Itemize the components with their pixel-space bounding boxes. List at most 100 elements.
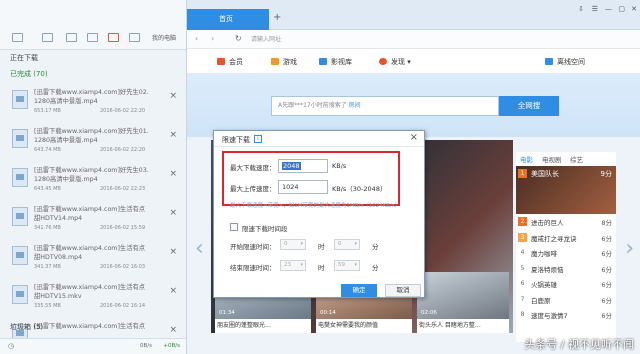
maximize-icon[interactable]: ▢ [618,5,625,13]
end-minute-select[interactable]: 59 [334,260,360,271]
back-icon[interactable]: ‹ [195,34,198,43]
dialog-close-icon[interactable]: × [410,132,418,143]
menu-icon[interactable]: ☰ [592,5,598,13]
download-item[interactable]: [迅雷下载www.xiamp4.com]好先生03. 1280高清中景版.mp4… [0,162,186,200]
video-file-icon [12,285,28,304]
menu-movies-label: 影视库 [331,58,352,66]
search-input[interactable]: A先跟***17小时前搜索了 房间 [271,96,499,116]
remove-item-icon[interactable]: × [169,169,177,179]
dialog-title: 限速下载 [222,136,250,144]
download-item-date: 2016-06-02 22:20 [100,147,146,153]
discover-icon [379,58,387,65]
max-upload-input[interactable]: 1024 [278,180,328,194]
tab-tv[interactable]: 电视剧 [542,154,562,164]
remove-item-icon[interactable]: × [169,247,177,257]
remove-item-icon[interactable]: × [169,130,177,140]
timed-limit-label[interactable]: 限速下载时间段 [242,223,288,233]
ranking-top-item[interactable]: 1 美国队长 9分 [516,166,616,214]
video-caption[interactable]: 朋友圈的蓬整眼光… [215,319,311,333]
ok-button[interactable]: 确定 [341,284,377,297]
download-item[interactable]: [迅雷下载www.xiamp4.com]好先生01. 1280高清中景版.mp4… [0,123,186,161]
timed-limit-checkbox[interactable] [230,223,238,231]
tab-home[interactable]: 首页 [187,9,269,30]
delete-icon[interactable] [87,33,98,42]
rank-number: 7 [520,295,525,303]
info-icon[interactable]: i [254,135,262,143]
my-computer-link[interactable]: 我的电脑 [152,33,176,42]
start-minute-select[interactable]: 0 [334,239,360,250]
ranking-item[interactable]: 8 速度与激情7 6分 [516,307,616,323]
download-item[interactable]: [迅雷下载www.xiamp4.com]生活有点 甜HDTV08.mp4 341.… [0,240,186,278]
tab-movies[interactable]: 电影 [520,154,533,164]
search-hint-link[interactable]: 房间 [349,102,361,109]
download-item[interactable]: [迅雷下载www.xiamp4.com]生活有点 甜HDTV15.mkv 335.… [0,279,186,317]
ranking-panel: 电影 电视剧 综艺 1 美国队长 9分 2 进击的巨人 8分 3 魔戒打之寻龙诀 6分 4 魔… [516,152,616,342]
pause-icon[interactable] [66,33,77,42]
trash-bin[interactable]: 垃圾箱 (5) [10,322,43,332]
video-thumb-image: 02:06 [417,272,509,319]
download-item-date: 2016-06-02 22:23 [100,186,146,192]
menu-vip[interactable]: 会员 [217,57,243,67]
rank-number: 4 [520,249,525,256]
gamepad-icon [271,58,279,65]
menu-movies[interactable]: 影视库 [319,57,352,67]
video-caption[interactable]: 电樊女神需要我的颜值 [316,319,412,333]
rank-number: 5 [520,264,525,272]
clock-icon[interactable]: ◷ [8,342,14,350]
tab-variety[interactable]: 综艺 [570,154,583,164]
rank-title: 魔戒打之寻龙诀 [531,234,577,243]
download-item-date: 2016-06-02 16:14 [100,303,146,309]
remove-item-icon[interactable]: × [169,91,177,101]
address-input[interactable]: 请输入网址 [251,33,451,46]
forward-icon[interactable]: › [211,34,214,43]
rank-title: 魔力咖啡 [531,250,557,258]
minute-unit: 分 [372,264,379,272]
app-window: 我的电脑 正在下载 已完成 (70) [迅雷下载www.xiamp4.com]好… [0,0,640,354]
start-hour-select[interactable]: 0 [280,239,306,250]
close-icon[interactable]: ✕ [631,5,637,13]
vip-icon[interactable] [108,33,119,42]
more-icon[interactable] [129,33,140,42]
watermark: 头条号 / 视不见听不闻 [524,338,634,351]
ranking-item[interactable]: 6 火锅英雄 6分 [516,276,616,292]
menu-discover[interactable]: 发现 ▾ [379,57,411,67]
download-panel: 我的电脑 正在下载 已完成 (70) [迅雷下载www.xiamp4.com]好… [0,0,187,354]
menu-offline[interactable]: 离线空间 [545,57,585,67]
carousel-next-icon[interactable]: › [625,236,634,261]
menu-games[interactable]: 游戏 [271,57,297,67]
remove-item-icon[interactable]: × [169,286,177,296]
video-thumb[interactable]: 02:06 街头乐人 目睹地方整… [417,272,509,333]
download-item[interactable]: [迅雷下载www.xiamp4.com]生活有点 甜HDTV14.mp4 341.… [0,201,186,239]
new-tab-icon[interactable]: + [273,12,281,23]
video-file-icon [12,90,28,109]
completed-header[interactable]: 已完成 (70) [0,66,186,82]
ranking-item[interactable]: 5 夏洛特烦恼 6分 [516,261,616,277]
upload-speed: +0B/s [163,343,180,349]
cancel-button[interactable]: 取消 [385,284,421,297]
menu-offline-label: 离线空间 [557,58,585,66]
start-icon[interactable] [42,33,53,42]
download-item[interactable]: [迅雷下载www.xiamp4.com]好先生02. 1280高清中景版.mp4… [0,84,186,122]
search-button[interactable]: 全网搜 [499,96,559,116]
video-caption[interactable]: 街头乐人 目睹地方整… [417,319,509,333]
carousel-prev-icon[interactable]: ‹ [195,236,204,261]
status-bar: ◷ 0B/s +0B/s [0,338,186,354]
refresh-icon[interactable]: ↻ [235,34,242,43]
remove-item-icon[interactable]: × [169,208,177,218]
max-download-unit: KB/s [332,162,347,170]
ranking-item[interactable]: 3 魔戒打之寻龙诀 6分 [516,230,616,246]
skin-icon[interactable]: ⇩ [578,5,584,13]
ranking-item[interactable]: 2 进击的巨人 8分 [516,214,616,230]
dialog-titlebar: 限速下载 i × [214,131,424,147]
download-item-size: 341.37 MB [34,264,61,270]
minimize-icon[interactable]: — [605,5,612,13]
ranking-item[interactable]: 4 魔力咖啡 6分 [516,245,616,261]
new-task-icon[interactable] [12,33,23,42]
portal-menu: 会员 游戏 影视库 发现 ▾ 离线空间 [187,55,640,73]
max-download-input[interactable]: 2048 [278,159,328,173]
tab-home-label: 首页 [219,15,233,23]
downloading-header[interactable]: 正在下载 [0,50,186,66]
ranking-item[interactable]: 7 白鹿原 6分 [516,292,616,308]
end-hour-select[interactable]: 23 [280,260,306,271]
speed-limit-dialog: 限速下载 i × 最大下载速度： 2048 KB/s 最大上传速度： 1024 … [213,130,425,298]
